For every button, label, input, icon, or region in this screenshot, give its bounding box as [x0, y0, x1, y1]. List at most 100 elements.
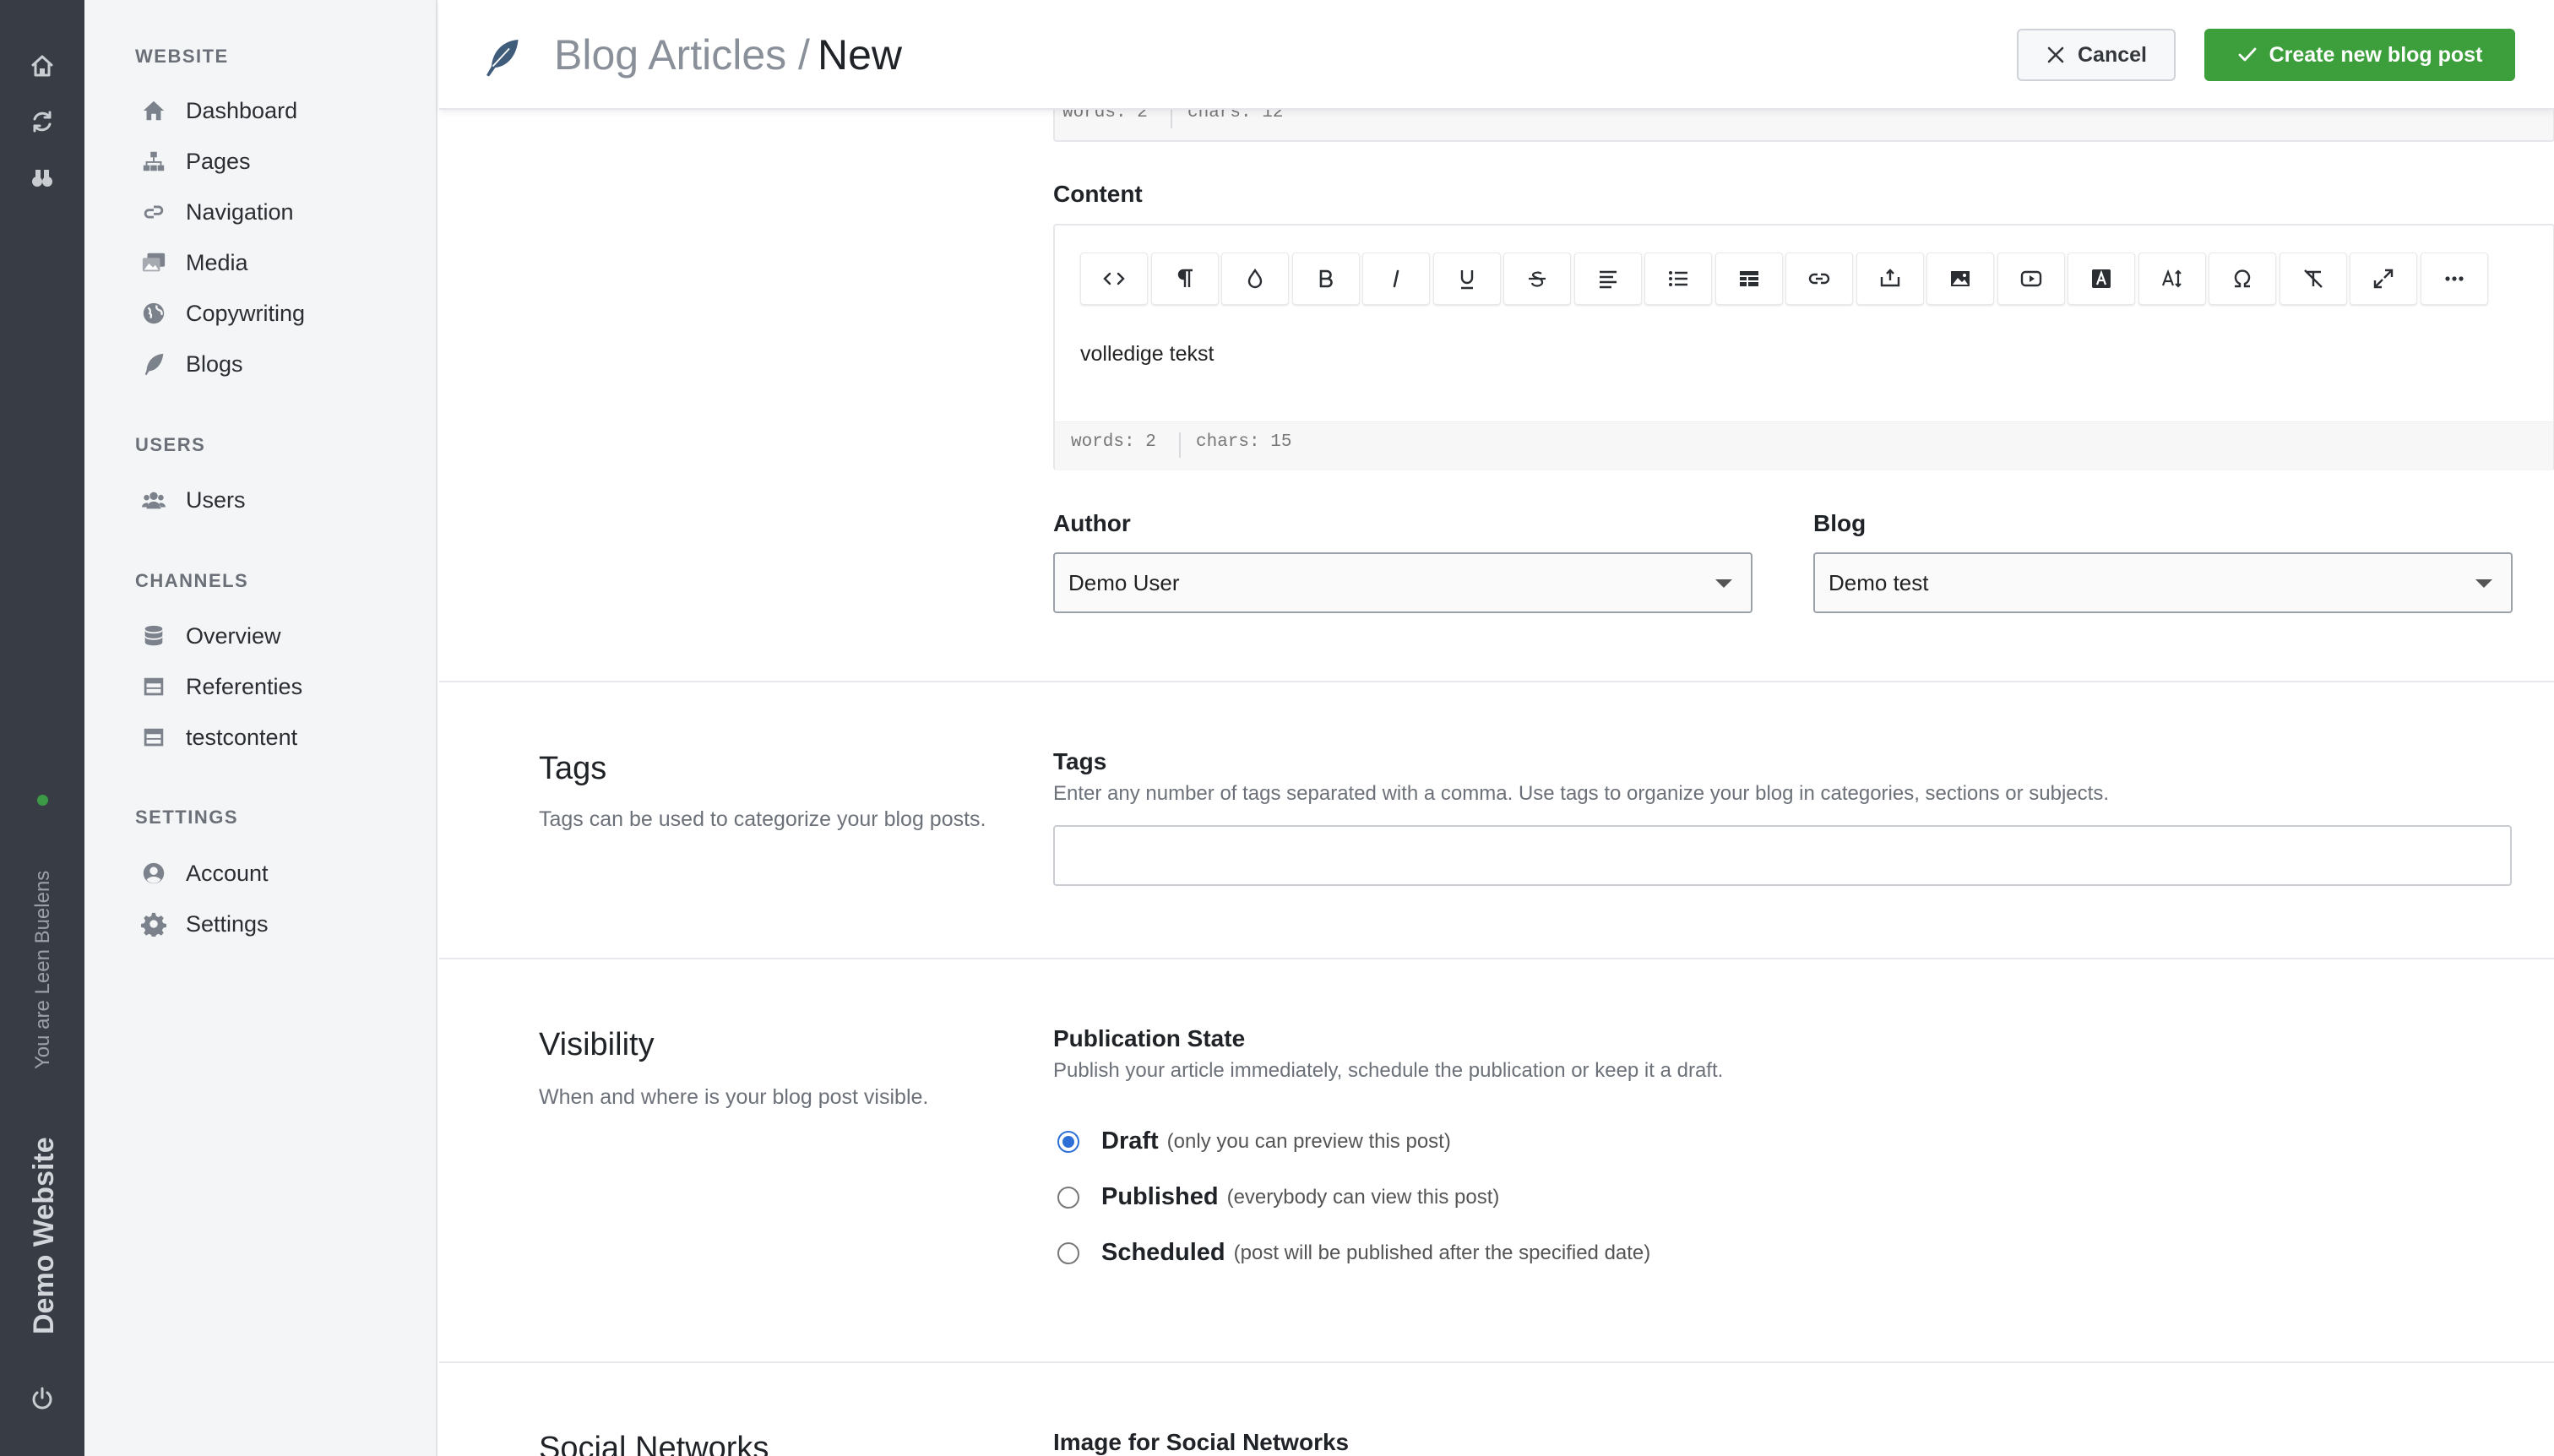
sidebar-item-testcontent[interactable]: testcontent [139, 719, 297, 756]
binoculars-icon[interactable] [25, 160, 59, 194]
radio-button-checked[interactable] [1057, 1130, 1079, 1153]
clear-format-icon[interactable] [2279, 253, 2347, 305]
tags-section-title: Tags [539, 751, 607, 786]
sidebar-item-blogs[interactable]: Blogs [139, 345, 243, 383]
tags-input[interactable] [1053, 825, 2512, 886]
sidebar-item-label: Account [186, 860, 269, 886]
close-icon [2047, 46, 2064, 63]
sidebar-item-label: Overview [186, 622, 281, 649]
radio-draft[interactable]: Draft (only you can preview this post) [1057, 1127, 1451, 1155]
radio-label: Draft [1101, 1127, 1159, 1154]
page-title: New [818, 31, 903, 79]
home-icon [139, 95, 169, 126]
create-blog-post-button[interactable]: Create new blog post [2204, 29, 2515, 81]
align-icon[interactable] [1573, 253, 1642, 305]
online-status-dot [37, 795, 48, 806]
bold-icon[interactable] [1291, 253, 1360, 305]
sidebar-item-label: Navigation [186, 198, 294, 225]
app-rail: You are Leen Buelens Demo Website [0, 0, 84, 1456]
content-editor-text[interactable]: volledige tekst [1080, 342, 1214, 367]
sidebar-item-settings[interactable]: Settings [139, 905, 269, 943]
radio-note: (only you can preview this post) [1166, 1129, 1451, 1153]
sidebar-item-dashboard[interactable]: Dashboard [139, 92, 297, 129]
list-icon[interactable] [1644, 253, 1712, 305]
radio-note: (everybody can view this post) [1226, 1185, 1500, 1209]
blog-label: Blog [1813, 510, 1867, 536]
cancel-button[interactable]: Cancel [2017, 29, 2176, 81]
site-name[interactable]: Demo Website [28, 1137, 61, 1334]
counter-separator [1179, 432, 1181, 458]
home-icon[interactable] [25, 49, 59, 83]
users-icon [139, 485, 169, 515]
underline-icon[interactable] [1432, 253, 1501, 305]
window-icon [139, 722, 169, 752]
sidebar-item-label: Users [186, 486, 246, 513]
visibility-section-title: Visibility [539, 1027, 655, 1062]
italic-icon[interactable] [1362, 253, 1430, 305]
radio-scheduled[interactable]: Scheduled (post will be published after … [1057, 1239, 1650, 1267]
link-icon [139, 197, 169, 227]
publication-state-help: Publish your article immediately, schedu… [1053, 1059, 1724, 1082]
sitemap-icon [139, 146, 169, 177]
paragraph-icon[interactable] [1150, 253, 1219, 305]
sidebar-item-label: Pages [186, 148, 251, 174]
tags-section-description: Tags can be used to categorize your blog… [539, 807, 986, 831]
page-header: Blog Articles / New Cancel Create new bl… [439, 0, 2554, 110]
feather-icon [139, 349, 169, 379]
chevron-down-icon [2475, 579, 2492, 588]
sidebar-item-referenties[interactable]: Referenties [139, 668, 302, 705]
blog-select[interactable]: Demo test [1813, 552, 2513, 613]
color-icon[interactable] [1221, 253, 1289, 305]
sidebar-item-label: Media [186, 249, 248, 275]
radio-button[interactable] [1057, 1186, 1079, 1209]
fullscreen-icon[interactable] [2350, 253, 2417, 305]
gear-icon [139, 909, 169, 939]
font-size-icon[interactable] [2138, 253, 2206, 305]
chevron-down-icon [1715, 579, 1732, 588]
social-section-title: Social Networks [539, 1431, 769, 1456]
sidebar-section-channels: CHANNELS [135, 570, 249, 591]
author-label: Author [1053, 510, 1131, 536]
sidebar-item-account[interactable]: Account [139, 855, 269, 892]
cancel-button-label: Cancel [2078, 42, 2147, 67]
power-icon[interactable] [25, 1382, 59, 1415]
radio-button[interactable] [1057, 1241, 1079, 1264]
sidebar-item-label: Copywriting [186, 300, 306, 326]
table-icon[interactable] [1714, 253, 1783, 305]
create-button-label: Create new blog post [2269, 42, 2483, 67]
more-icon[interactable] [2420, 253, 2488, 305]
radio-published[interactable]: Published (everybody can view this post) [1057, 1183, 1499, 1211]
sidebar-item-overview[interactable]: Overview [139, 617, 281, 655]
main-content: words: 2 chars: 12 Content volledige tek… [439, 0, 2554, 1456]
blog-select-value: Demo test [1829, 569, 1929, 595]
video-icon[interactable] [1997, 253, 2065, 305]
font-color-icon[interactable] [2068, 253, 2135, 305]
sidebar-item-label: Blogs [186, 350, 243, 377]
tags-help-text: Enter any number of tags separated with … [1053, 782, 2109, 805]
content-editor[interactable]: volledige tekst words: 2 chars: 15 [1053, 224, 2554, 470]
sidebar-item-navigation[interactable]: Navigation [139, 193, 294, 231]
breadcrumb-parent[interactable]: Blog Articles / [554, 30, 810, 79]
sidebar-item-pages[interactable]: Pages [139, 143, 251, 180]
sidebar-item-users[interactable]: Users [139, 481, 246, 519]
author-select[interactable]: Demo User [1053, 552, 1752, 613]
strikethrough-icon[interactable] [1503, 253, 1571, 305]
link-icon[interactable] [1785, 253, 1853, 305]
window-icon [139, 671, 169, 702]
radio-note: (post will be published after the specif… [1233, 1241, 1651, 1264]
sidebar-item-label: Dashboard [186, 97, 298, 123]
sidebar-item-label: testcontent [186, 724, 298, 750]
section-divider [439, 958, 2554, 959]
char-count: chars: 15 [1196, 432, 1292, 452]
sidebar-item-copywriting[interactable]: Copywriting [139, 295, 305, 332]
sidebar-item-media[interactable]: Media [139, 244, 248, 281]
embed-icon[interactable] [1856, 253, 1924, 305]
image-icon[interactable] [1926, 253, 1994, 305]
publication-state-label: Publication State [1053, 1025, 1246, 1051]
sync-icon[interactable] [25, 105, 59, 139]
content-label: Content [1053, 181, 1143, 207]
sidebar-section-settings: SETTINGS [135, 807, 239, 828]
code-view-icon[interactable] [1080, 253, 1148, 305]
section-divider [439, 1361, 2554, 1363]
special-character-icon[interactable] [2209, 253, 2276, 305]
